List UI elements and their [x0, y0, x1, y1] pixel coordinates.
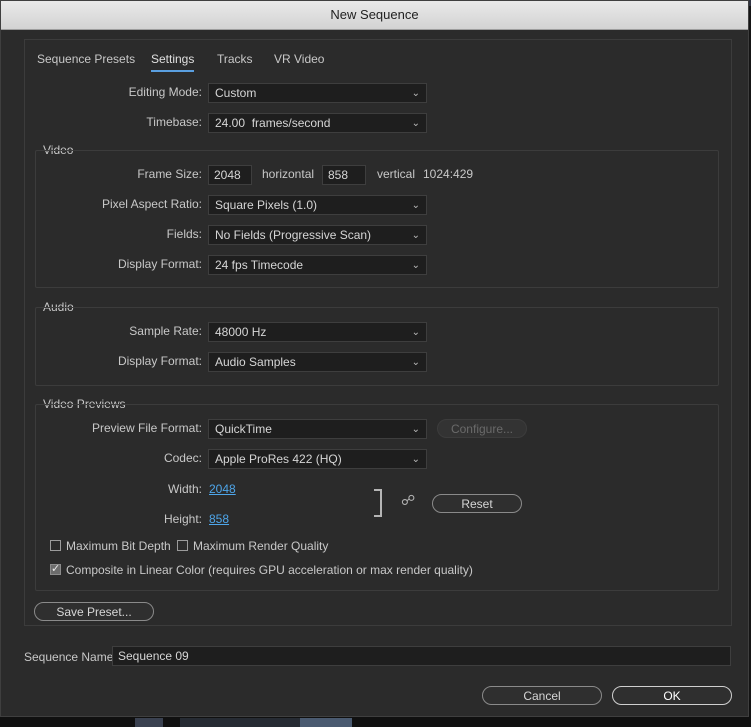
audio-group	[35, 307, 719, 386]
tab-sequence-presets[interactable]: Sequence Presets	[37, 52, 135, 66]
preview-file-format-dropdown[interactable]: QuickTime ⌄	[208, 419, 427, 439]
dimension-link-bracket	[374, 489, 382, 517]
sample-rate-dropdown[interactable]: 48000 Hz ⌄	[208, 322, 427, 342]
max-render-quality-label: Maximum Render Quality	[193, 539, 329, 553]
save-preset-button[interactable]: Save Preset...	[34, 602, 154, 621]
dialog-title: New Sequence	[1, 1, 748, 30]
pixel-aspect-ratio-dropdown[interactable]: Square Pixels (1.0) ⌄	[208, 195, 427, 215]
pixel-aspect-ratio-label: Pixel Aspect Ratio:	[101, 197, 202, 211]
preview-height-label: Height:	[163, 512, 202, 526]
video-display-format-dropdown[interactable]: 24 fps Timecode ⌄	[208, 255, 427, 275]
configure-button[interactable]: Configure...	[437, 419, 527, 438]
max-bit-depth-label: Maximum Bit Depth	[66, 539, 171, 553]
sequence-name-input[interactable]: Sequence 09	[112, 646, 731, 666]
sample-rate-label: Sample Rate:	[129, 324, 202, 338]
background-thumbnail	[180, 718, 300, 727]
chevron-down-icon: ⌄	[411, 118, 420, 129]
chevron-down-icon: ⌄	[411, 327, 420, 338]
video-display-format-value: 24 fps Timecode	[215, 258, 304, 272]
timebase-dropdown[interactable]: 24.00 frames/second ⌄	[208, 113, 427, 133]
codec-label: Codec:	[163, 451, 202, 465]
new-sequence-dialog: New Sequence Sequence Presets Settings T…	[0, 0, 749, 717]
chevron-down-icon: ⌄	[411, 200, 420, 211]
background-thumbnail	[300, 718, 352, 727]
fields-label: Fields:	[166, 227, 202, 241]
frame-width-input[interactable]: 2048	[208, 165, 252, 185]
tab-settings[interactable]: Settings	[151, 52, 195, 72]
pixel-aspect-ratio-value: Square Pixels (1.0)	[215, 198, 318, 212]
frame-height-input[interactable]: 858	[322, 165, 366, 185]
chevron-down-icon: ⌄	[411, 88, 420, 99]
horizontal-label: horizontal	[262, 167, 315, 181]
settings-panel: Sequence Presets Settings Tracks VR Vide…	[24, 39, 732, 626]
editing-mode-value: Custom	[215, 86, 257, 100]
chevron-down-icon: ⌄	[411, 424, 420, 435]
editing-mode-label: Editing Mode:	[128, 85, 202, 99]
composite-linear-color-checkbox[interactable]	[50, 562, 61, 575]
chain-link-icon[interactable]: ☍	[401, 492, 415, 509]
audio-display-format-dropdown[interactable]: Audio Samples ⌄	[208, 352, 427, 372]
chevron-down-icon: ⌄	[411, 454, 420, 465]
preview-width-value[interactable]: 2048	[209, 482, 236, 496]
preview-width-label: Width:	[167, 482, 202, 496]
editing-mode-dropdown[interactable]: Custom ⌄	[208, 83, 427, 103]
sample-rate-value: 48000 Hz	[215, 325, 267, 339]
chevron-down-icon: ⌄	[411, 230, 420, 241]
chevron-down-icon: ⌄	[411, 260, 420, 271]
fields-value: No Fields (Progressive Scan)	[215, 228, 372, 242]
aspect-ratio-readout: 1024:429	[423, 167, 474, 181]
ok-button[interactable]: OK	[612, 686, 732, 705]
video-display-format-label: Display Format:	[117, 257, 202, 271]
codec-dropdown[interactable]: Apple ProRes 422 (HQ) ⌄	[208, 449, 427, 469]
audio-display-format-label: Display Format:	[117, 354, 202, 368]
preview-file-format-label: Preview File Format:	[91, 421, 202, 435]
max-render-quality-checkbox[interactable]	[177, 540, 188, 551]
codec-value: Apple ProRes 422 (HQ)	[215, 452, 342, 466]
tab-tracks[interactable]: Tracks	[217, 52, 253, 66]
timebase-label: Timebase:	[146, 115, 202, 129]
vertical-label: vertical	[377, 167, 416, 181]
timebase-value: 24.00 frames/second	[215, 116, 331, 130]
audio-display-format-value: Audio Samples	[215, 355, 296, 369]
chevron-down-icon: ⌄	[411, 357, 420, 368]
preview-file-format-value: QuickTime	[215, 422, 272, 436]
fields-dropdown[interactable]: No Fields (Progressive Scan) ⌄	[208, 225, 427, 245]
max-bit-depth-checkbox[interactable]	[50, 540, 61, 551]
reset-button[interactable]: Reset	[432, 494, 522, 513]
frame-size-label: Frame Size:	[137, 167, 202, 181]
preview-height-value[interactable]: 858	[209, 512, 229, 526]
sequence-name-label: Sequence Name:	[24, 650, 117, 664]
background-thumbnail	[135, 718, 163, 727]
cancel-button[interactable]: Cancel	[482, 686, 602, 705]
tab-vr-video[interactable]: VR Video	[274, 52, 324, 66]
composite-linear-color-label: Composite in Linear Color (requires GPU …	[66, 563, 473, 577]
